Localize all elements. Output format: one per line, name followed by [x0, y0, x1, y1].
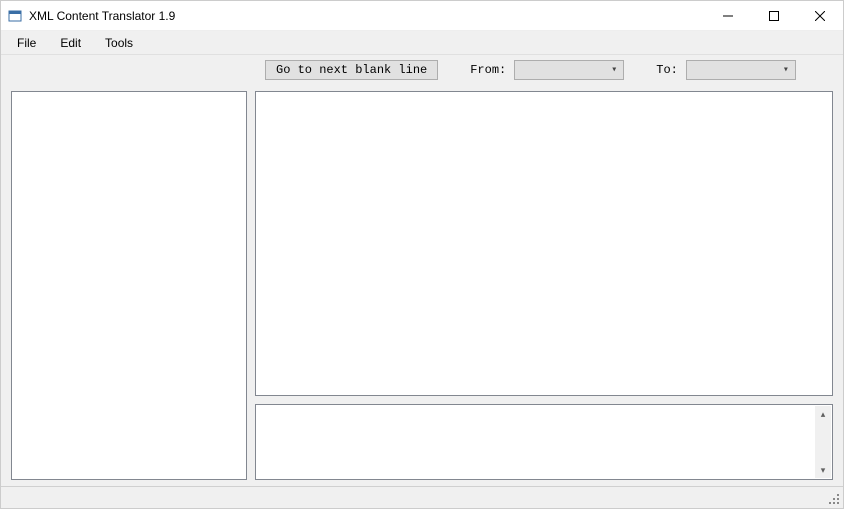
scroll-up-icon[interactable]: ▴ — [815, 406, 831, 422]
goto-next-blank-button[interactable]: Go to next blank line — [265, 60, 438, 80]
to-label: To: — [656, 63, 678, 77]
titlebar: XML Content Translator 1.9 — [1, 1, 843, 31]
window-controls — [705, 1, 843, 30]
content-area: ▴ ▾ — [1, 85, 843, 486]
from-language-combo[interactable]: ▾ — [514, 60, 624, 80]
right-column: ▴ ▾ — [255, 91, 833, 480]
toolbar: Go to next blank line From: ▾ To: ▾ — [1, 55, 843, 85]
chevron-down-icon: ▾ — [783, 64, 789, 76]
statusbar — [1, 486, 843, 508]
resize-grip[interactable] — [827, 492, 841, 506]
tree-panel[interactable] — [11, 91, 247, 480]
chevron-down-icon: ▾ — [611, 64, 617, 76]
to-language-combo[interactable]: ▾ — [686, 60, 796, 80]
close-button[interactable] — [797, 1, 843, 30]
app-icon — [7, 8, 23, 24]
menubar: File Edit Tools — [1, 31, 843, 55]
vertical-scrollbar[interactable]: ▴ ▾ — [815, 406, 831, 478]
from-label: From: — [470, 63, 506, 77]
edit-panel[interactable]: ▴ ▾ — [255, 404, 833, 480]
menu-edit[interactable]: Edit — [50, 33, 91, 53]
maximize-button[interactable] — [751, 1, 797, 30]
minimize-button[interactable] — [705, 1, 751, 30]
menu-file[interactable]: File — [7, 33, 46, 53]
window-title: XML Content Translator 1.9 — [29, 9, 705, 23]
menu-tools[interactable]: Tools — [95, 33, 143, 53]
scroll-down-icon[interactable]: ▾ — [815, 462, 831, 478]
grid-panel[interactable] — [255, 91, 833, 396]
